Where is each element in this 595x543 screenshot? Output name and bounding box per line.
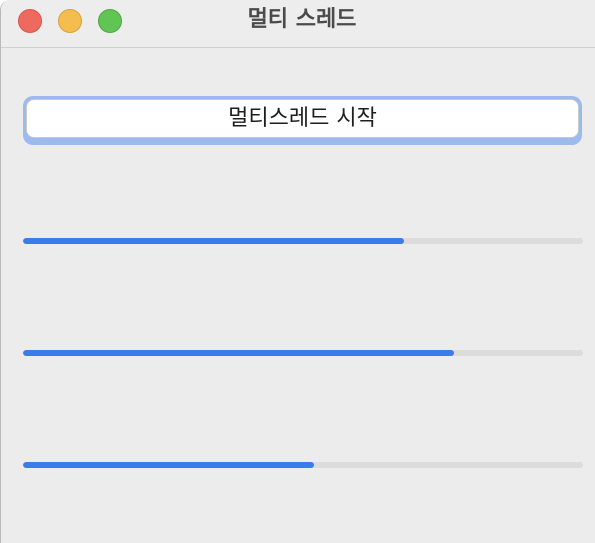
progress-fill-3 <box>23 462 315 468</box>
window-title: 멀티 스레드 <box>247 7 357 32</box>
progress-bar-3 <box>23 462 583 468</box>
progress-fill-1 <box>23 238 404 244</box>
title-bar: 멀티 스레드 <box>1 0 595 48</box>
progress-fill-2 <box>23 350 455 356</box>
app-window: 멀티 스레드 멀티스레드 시작 <box>0 0 595 543</box>
progress-bar-1 <box>23 238 583 244</box>
start-multithread-button[interactable]: 멀티스레드 시작 <box>26 99 579 138</box>
progress-bar-2 <box>23 350 583 356</box>
main-content: 멀티스레드 시작 <box>1 48 595 543</box>
